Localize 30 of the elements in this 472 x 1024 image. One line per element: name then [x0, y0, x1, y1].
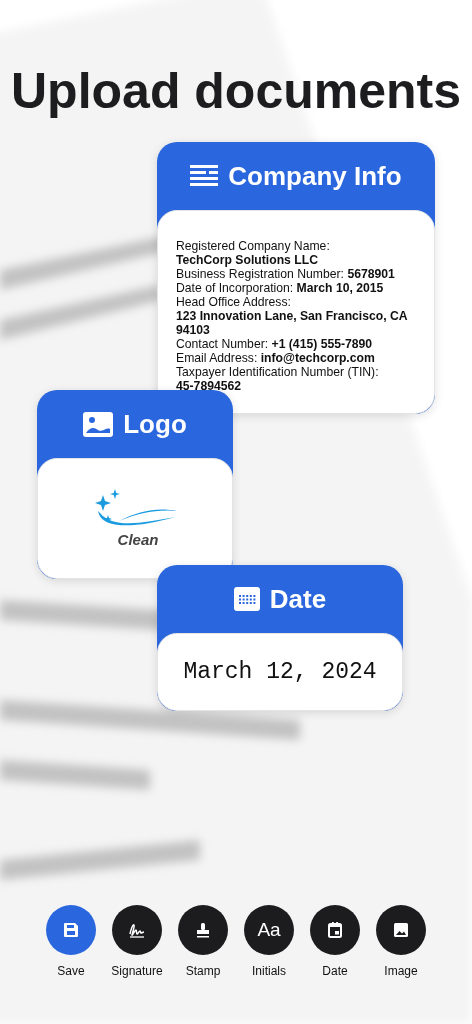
info-line: Date of Incorporation: March 10, 2015	[176, 281, 385, 295]
tool-label: Save	[57, 964, 85, 978]
info-line: 94103	[176, 323, 211, 337]
card-title: Logo	[123, 408, 187, 440]
info-line: 123 Innovation Lane, San Francisco, CA	[176, 309, 409, 323]
info-line: Email Address: info@techcorp.com	[176, 351, 376, 365]
info-line: Head Office Address:	[176, 295, 292, 309]
info-line: TechCorp Solutions LLC	[176, 253, 319, 267]
tool-label: Date	[322, 964, 348, 978]
tool-label: Initials	[252, 964, 286, 978]
initials-icon: Aa	[257, 919, 281, 941]
page-title: Upload documents	[11, 62, 461, 120]
card-title: Date	[269, 583, 327, 615]
text-lines-icon	[190, 165, 219, 187]
tool-label: Image	[384, 964, 418, 978]
save-icon	[61, 920, 81, 940]
image-icon	[83, 411, 114, 437]
card-title: Company Info	[228, 160, 402, 192]
date-value: March 12, 2024	[183, 659, 377, 685]
tool-label: Signature	[111, 964, 163, 978]
info-line: Registered Company Name:	[176, 239, 331, 253]
logo-text: Clean	[117, 531, 159, 548]
info-line: 45-7894562	[176, 379, 243, 393]
calendar-icon	[325, 920, 345, 940]
info-line: Business Registration Number: 5678901	[176, 267, 396, 281]
calendar-icon	[233, 587, 260, 611]
tool-label: Stamp	[185, 964, 221, 978]
info-line: Contact Number: +1 (415) 555-7890	[176, 337, 374, 351]
image-icon	[391, 920, 411, 940]
info-line: Taxpayer Identification Number (TIN):	[176, 365, 380, 379]
